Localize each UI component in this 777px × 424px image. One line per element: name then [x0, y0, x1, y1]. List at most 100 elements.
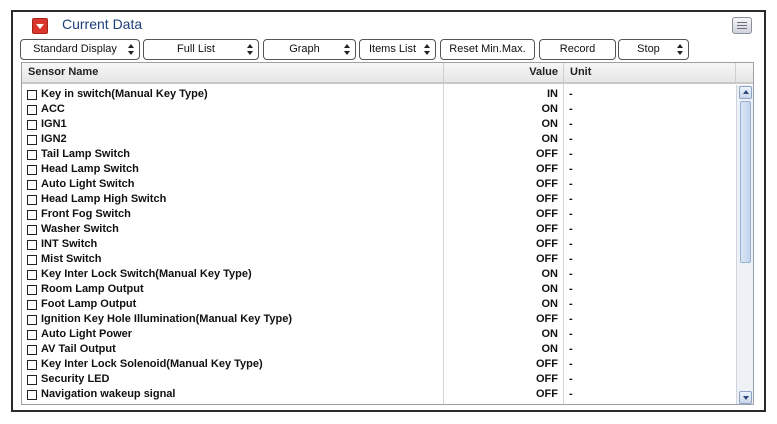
row-checkbox[interactable]: [27, 240, 37, 250]
toolbar-button-4[interactable]: Reset Min.Max.: [440, 39, 535, 60]
sensor-unit: -: [569, 298, 573, 310]
sensor-unit: -: [569, 178, 573, 190]
sensor-value: ON: [541, 268, 559, 280]
sensor-unit: -: [569, 388, 573, 400]
spinner-arrows-icon[interactable]: [247, 44, 253, 55]
toolbar-button-2[interactable]: Graph: [263, 39, 356, 60]
column-header-sensor-name[interactable]: Sensor Name: [28, 63, 440, 82]
sensor-name: Auto Light Power: [41, 328, 133, 340]
table-row[interactable]: Front Fog Switch OFF -: [22, 207, 736, 222]
sensor-name: Washer Switch: [41, 223, 119, 235]
sensor-value: OFF: [536, 388, 558, 400]
collapse-arrow-icon[interactable]: [32, 18, 48, 34]
spinner-arrows-icon[interactable]: [424, 44, 430, 55]
sensor-name: Ignition Key Hole Illumination(Manual Ke…: [41, 313, 292, 325]
scroll-down-arrow-icon[interactable]: [739, 391, 752, 404]
sensor-name: Navigation wakeup signal: [41, 388, 176, 400]
spinner-arrows-icon[interactable]: [128, 44, 134, 55]
table-row[interactable]: Key in switch(Manual Key Type) IN -: [22, 87, 736, 102]
sensor-name: Mist Switch: [41, 253, 102, 265]
spinner-arrows-icon[interactable]: [344, 44, 350, 55]
scroll-up-arrow-icon[interactable]: [739, 86, 752, 99]
sensor-name: ACC: [41, 103, 65, 115]
row-checkbox[interactable]: [27, 270, 37, 280]
table-row[interactable]: Security LED OFF -: [22, 372, 736, 387]
table-row[interactable]: ACC ON -: [22, 102, 736, 117]
table-row[interactable]: Ignition Key Hole Illumination(Manual Ke…: [22, 312, 736, 327]
row-checkbox[interactable]: [27, 345, 37, 355]
row-checkbox[interactable]: [27, 195, 37, 205]
spinner-arrows-icon[interactable]: [677, 44, 683, 55]
column-header-value[interactable]: Value: [443, 63, 562, 82]
row-checkbox[interactable]: [27, 300, 37, 310]
sensor-unit: -: [569, 88, 573, 100]
row-checkbox[interactable]: [27, 360, 37, 370]
column-header-spacer: [735, 63, 753, 82]
sensor-unit: -: [569, 148, 573, 160]
row-checkbox[interactable]: [27, 180, 37, 190]
table-row[interactable]: Key Inter Lock Switch(Manual Key Type) ON…: [22, 267, 736, 282]
sensor-unit: -: [569, 253, 573, 265]
toolbar-button-1[interactable]: Full List: [143, 39, 259, 60]
column-header-unit[interactable]: Unit: [563, 63, 735, 82]
panel-menu-icon[interactable]: [732, 17, 752, 34]
row-checkbox[interactable]: [27, 105, 37, 115]
row-checkbox[interactable]: [27, 165, 37, 175]
table-row[interactable]: Mist Switch OFF -: [22, 252, 736, 267]
row-checkbox[interactable]: [27, 210, 37, 220]
toolbar-button-label: Full List: [177, 43, 215, 55]
sensor-unit: -: [569, 373, 573, 385]
table-row[interactable]: Foot Lamp Output ON -: [22, 297, 736, 312]
sensor-value: OFF: [536, 148, 558, 160]
sensor-value: OFF: [536, 223, 558, 235]
vertical-scrollbar[interactable]: [736, 85, 753, 404]
table-row[interactable]: AV Tail Output ON -: [22, 342, 736, 357]
row-checkbox[interactable]: [27, 225, 37, 235]
toolbar-button-0[interactable]: Standard Display: [20, 39, 140, 60]
table-row[interactable]: Head Lamp Switch OFF -: [22, 162, 736, 177]
sensor-name: Front Fog Switch: [41, 208, 131, 220]
panel-title: Current Data: [62, 16, 143, 32]
table-row[interactable]: Tail Lamp Switch OFF -: [22, 147, 736, 162]
row-checkbox[interactable]: [27, 255, 37, 265]
sensor-unit: -: [569, 118, 573, 130]
table-row[interactable]: Auto Light Switch OFF -: [22, 177, 736, 192]
toolbar-button-5[interactable]: Record: [539, 39, 616, 60]
row-checkbox[interactable]: [27, 90, 37, 100]
sensor-value: ON: [541, 343, 559, 355]
table-row[interactable]: Washer Switch OFF -: [22, 222, 736, 237]
toolbar-button-label: Items List: [368, 43, 417, 55]
sensor-name: Key in switch(Manual Key Type): [41, 88, 208, 100]
row-checkbox[interactable]: [27, 315, 37, 325]
sensor-unit: -: [569, 223, 573, 235]
sensor-value: OFF: [536, 373, 558, 385]
table-row[interactable]: INT Switch OFF -: [22, 237, 736, 252]
table-row[interactable]: IGN1 ON -: [22, 117, 736, 132]
scrollbar-thumb[interactable]: [740, 101, 751, 263]
sensor-value: OFF: [536, 358, 558, 370]
row-checkbox[interactable]: [27, 135, 37, 145]
sensor-value: OFF: [536, 253, 558, 265]
table-row[interactable]: IGN2 ON -: [22, 132, 736, 147]
toolbar-button-3[interactable]: Items List: [359, 39, 436, 60]
table-row[interactable]: Navigation wakeup signal OFF -: [22, 387, 736, 402]
sensor-name: Security LED: [41, 373, 110, 385]
row-checkbox[interactable]: [27, 120, 37, 130]
sensor-value: ON: [541, 328, 559, 340]
table-row[interactable]: Key Inter Lock Solenoid(Manual Key Type)…: [22, 357, 736, 372]
row-checkbox[interactable]: [27, 330, 37, 340]
row-checkbox[interactable]: [27, 150, 37, 160]
toolbar-button-label: Standard Display: [33, 43, 117, 55]
sensor-value: IN: [547, 88, 558, 100]
row-checkbox[interactable]: [27, 390, 37, 400]
sensor-value: ON: [541, 298, 559, 310]
row-checkbox[interactable]: [27, 285, 37, 295]
sensor-value: ON: [541, 118, 559, 130]
table-row[interactable]: Room Lamp Output ON -: [22, 282, 736, 297]
toolbar-button-6[interactable]: Stop: [618, 39, 689, 60]
row-checkbox[interactable]: [27, 375, 37, 385]
table-row[interactable]: Head Lamp High Switch OFF -: [22, 192, 736, 207]
table-row[interactable]: Auto Light Power ON -: [22, 327, 736, 342]
sensor-name: Key Inter Lock Solenoid(Manual Key Type): [41, 358, 263, 370]
sensor-name: AV Tail Output: [41, 343, 116, 355]
